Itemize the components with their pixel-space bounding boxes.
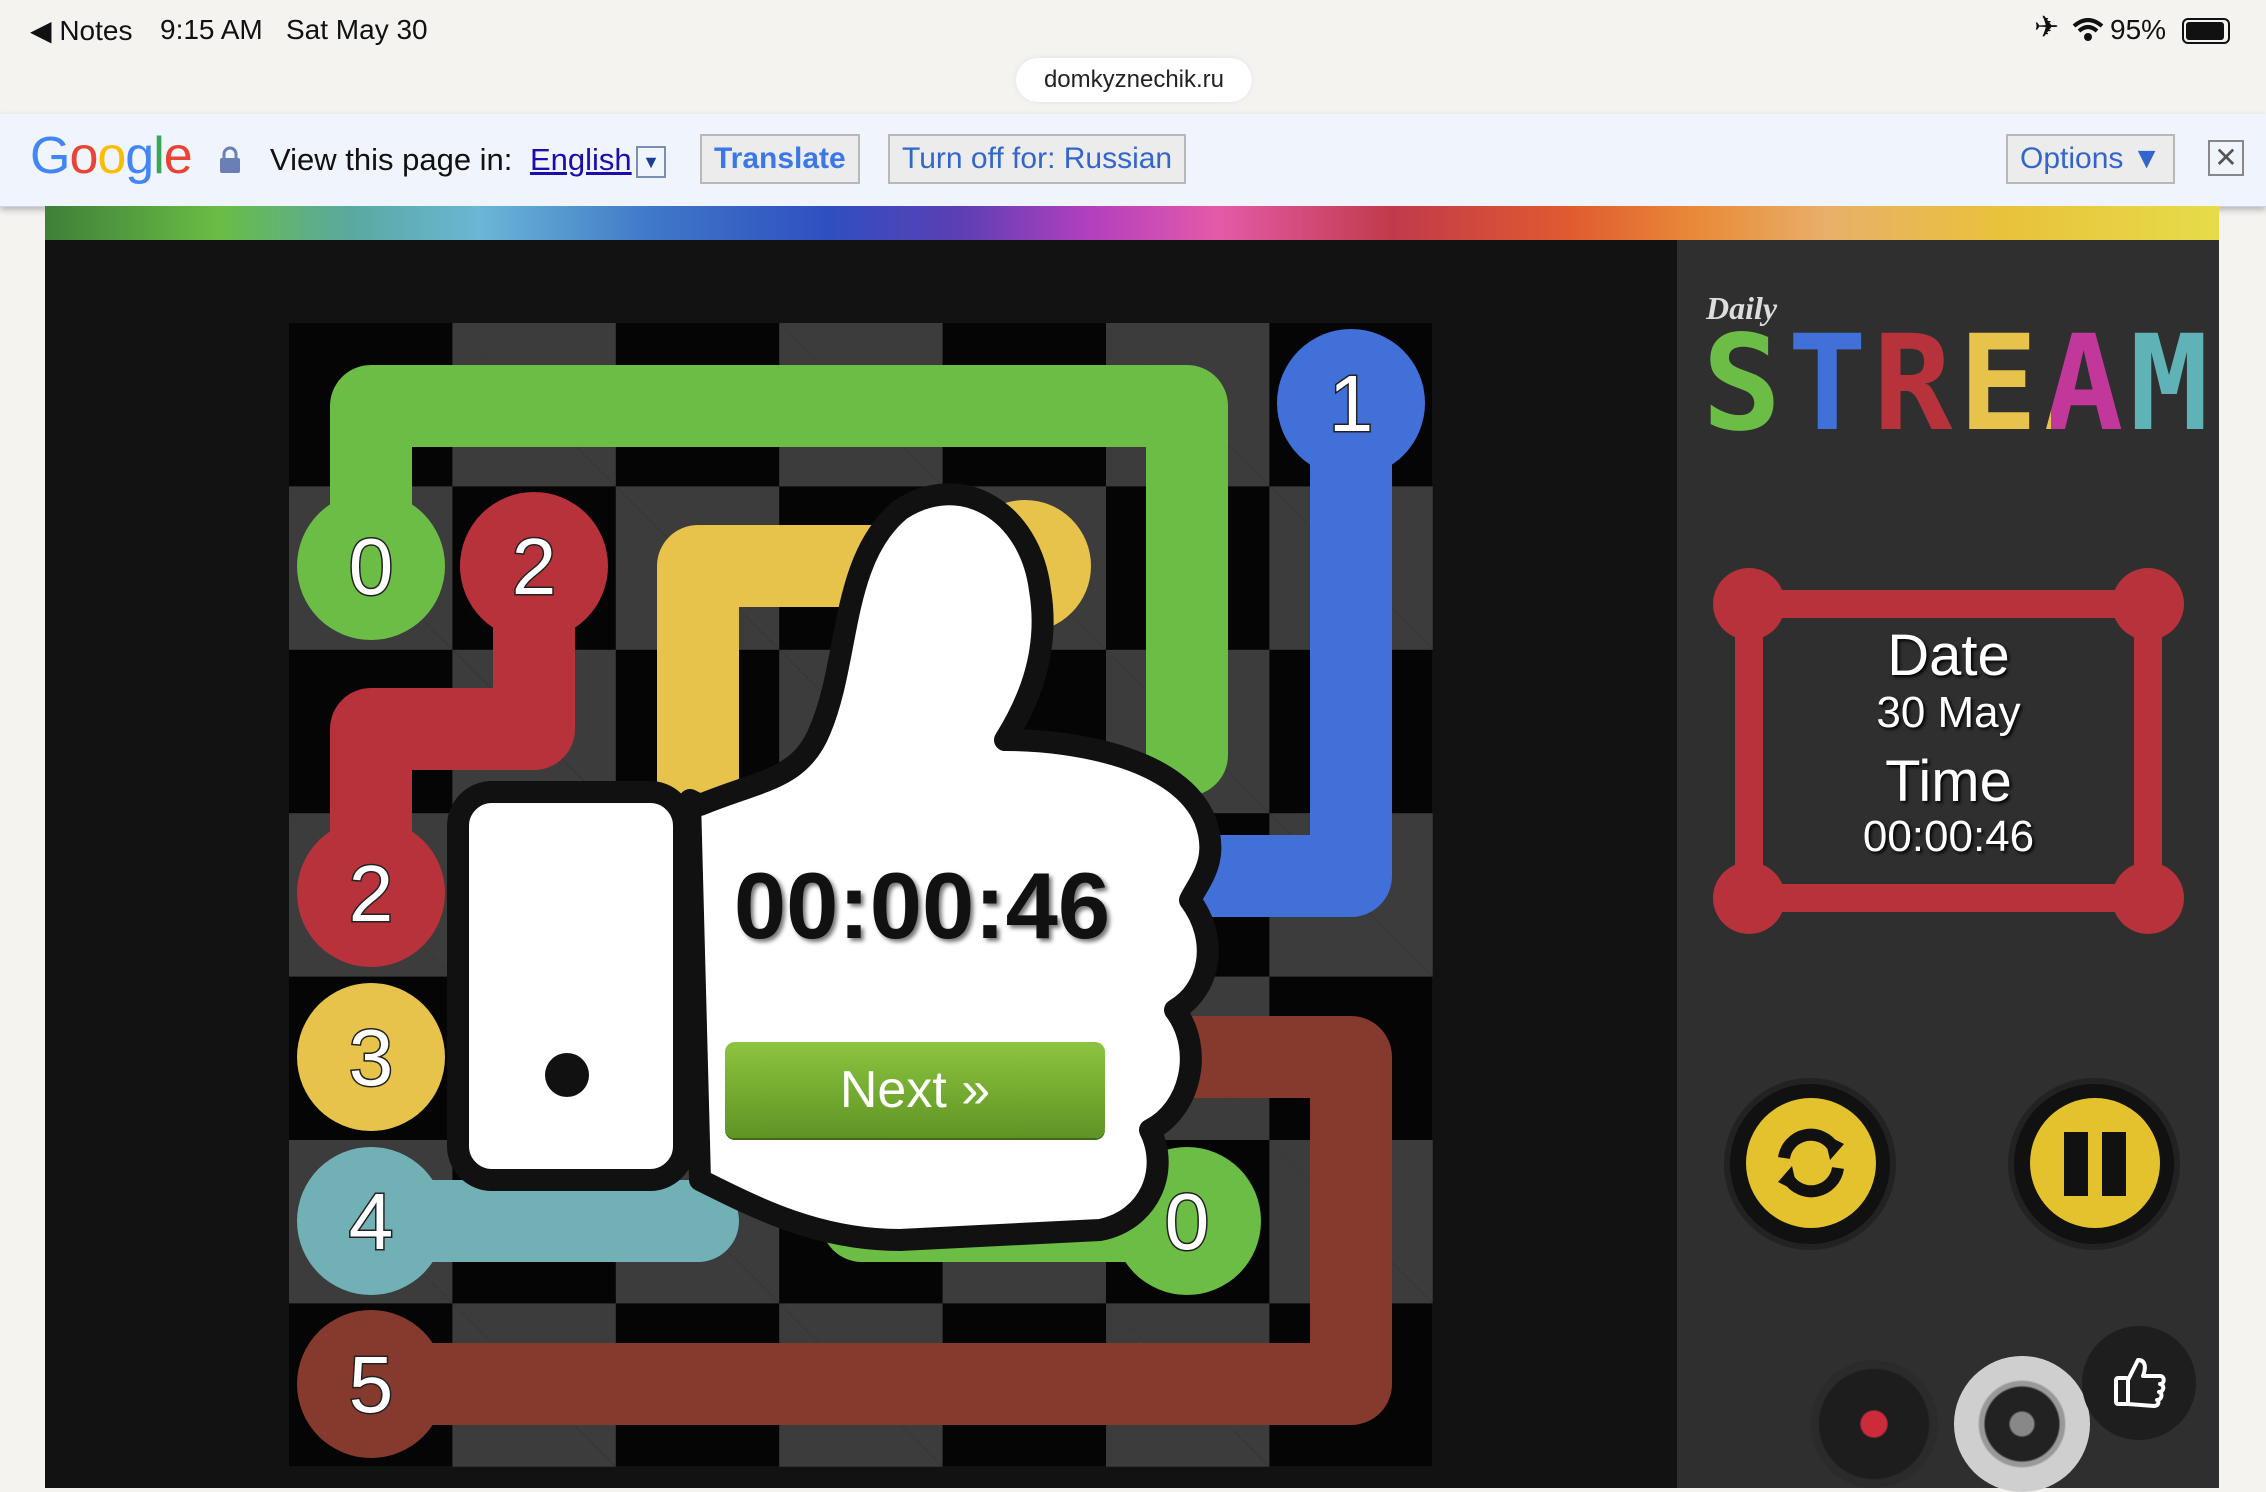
pause-icon xyxy=(2064,1132,2126,1196)
date-value: 30 May xyxy=(1876,688,2021,737)
time-value: 00:00:46 xyxy=(1862,812,2035,861)
datetime-frame xyxy=(1713,568,2184,934)
thumbs-up-icon xyxy=(2114,1358,2166,1408)
pause-button[interactable] xyxy=(2014,1084,2174,1244)
restart-button[interactable] xyxy=(1730,1084,1890,1244)
time-label: Time xyxy=(1885,749,2012,814)
record-button[interactable] xyxy=(1810,1360,1938,1488)
speaker-icon[interactable] xyxy=(1954,1356,2090,1492)
like-button[interactable] xyxy=(2082,1326,2196,1440)
restart-icon xyxy=(1778,1128,1844,1198)
date-label: Date xyxy=(1887,623,2010,688)
